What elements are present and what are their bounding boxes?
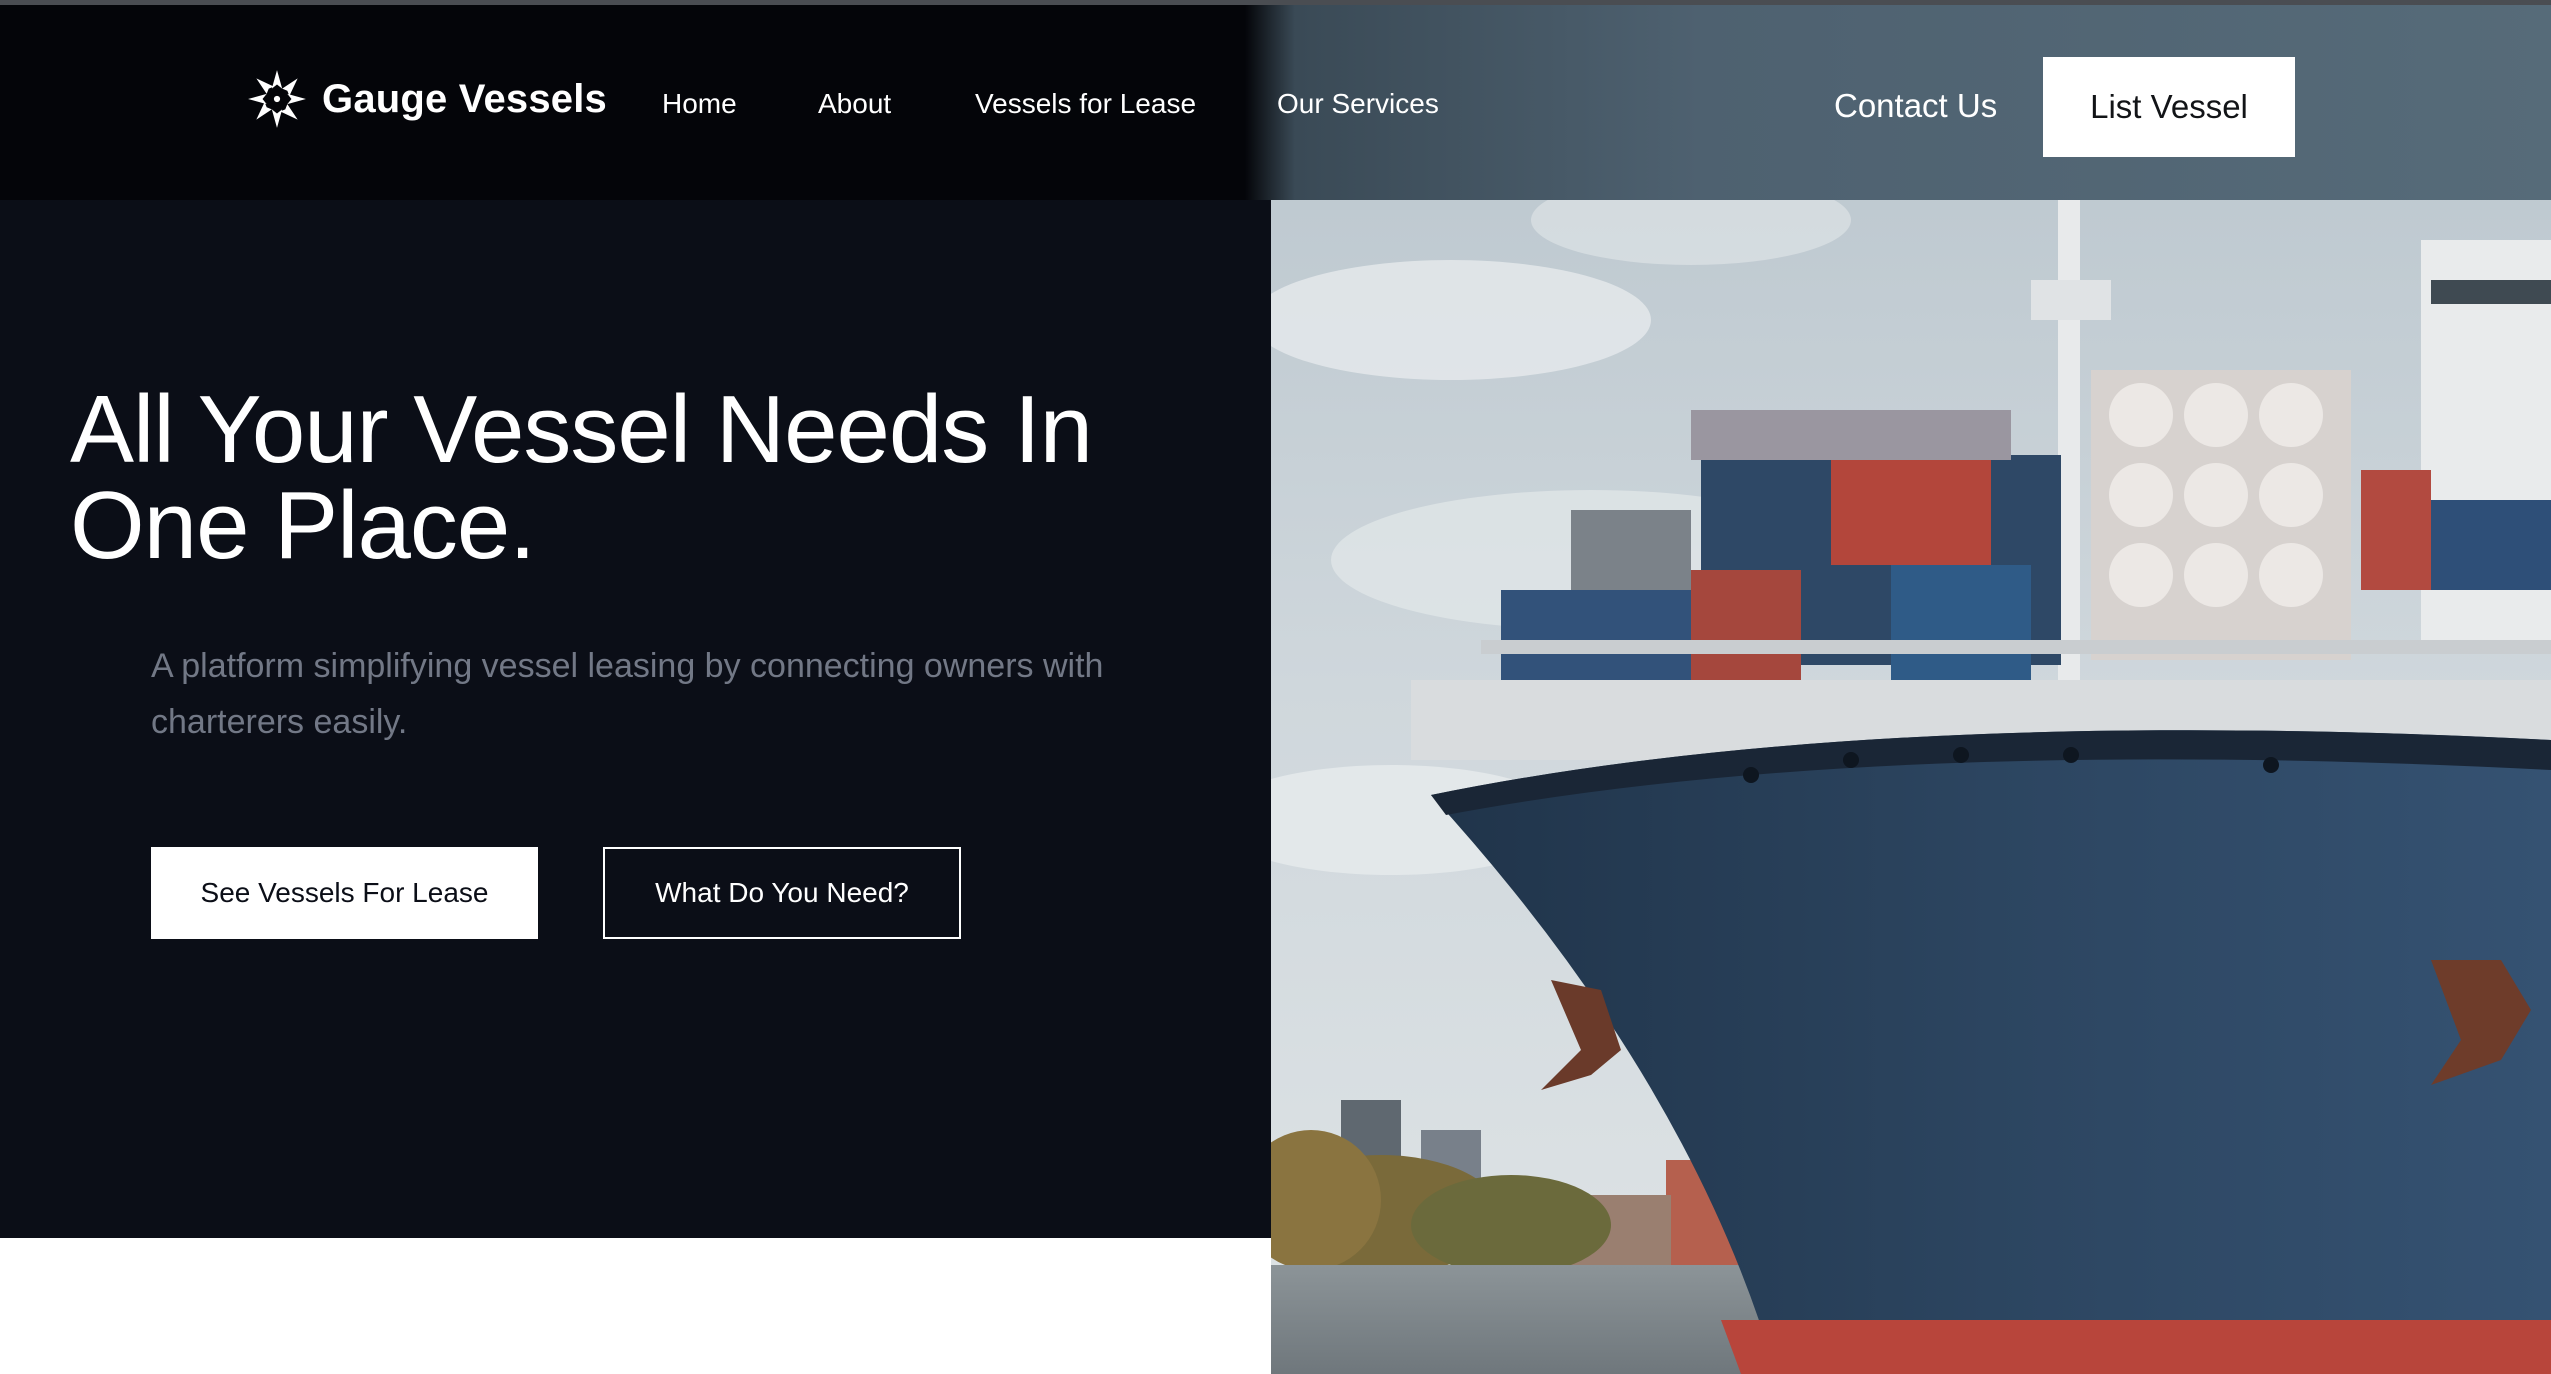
browser-top-edge — [0, 0, 2551, 5]
hero-subtext: A platform simplifying vessel leasing by… — [151, 647, 1104, 741]
hero-headline: All Your Vessel Needs In One Place. — [70, 376, 1093, 579]
what-do-you-need-button[interactable]: What Do You Need? — [603, 847, 961, 939]
see-vessels-button[interactable]: See Vessels For Lease — [151, 847, 538, 939]
next-section — [0, 1238, 1271, 1374]
nav-vessels-for-lease[interactable]: Vessels for Lease — [975, 88, 1196, 120]
top-navigation: Gauge Vessels Home About Vessels for Lea… — [0, 5, 2551, 200]
hero-image — [1271, 0, 2551, 1374]
container-ship-image — [1271, 0, 2551, 1374]
nav-about[interactable]: About — [818, 88, 891, 120]
brand-logo[interactable]: Gauge Vessels — [246, 68, 607, 130]
nav-our-services[interactable]: Our Services — [1277, 88, 1439, 120]
contact-us-link[interactable]: Contact Us — [1834, 87, 1997, 125]
nav-home[interactable]: Home — [662, 88, 737, 120]
list-vessel-button[interactable]: List Vessel — [2043, 57, 2295, 157]
star-compass-icon — [248, 70, 306, 128]
brand-name: Gauge Vessels — [322, 76, 608, 121]
